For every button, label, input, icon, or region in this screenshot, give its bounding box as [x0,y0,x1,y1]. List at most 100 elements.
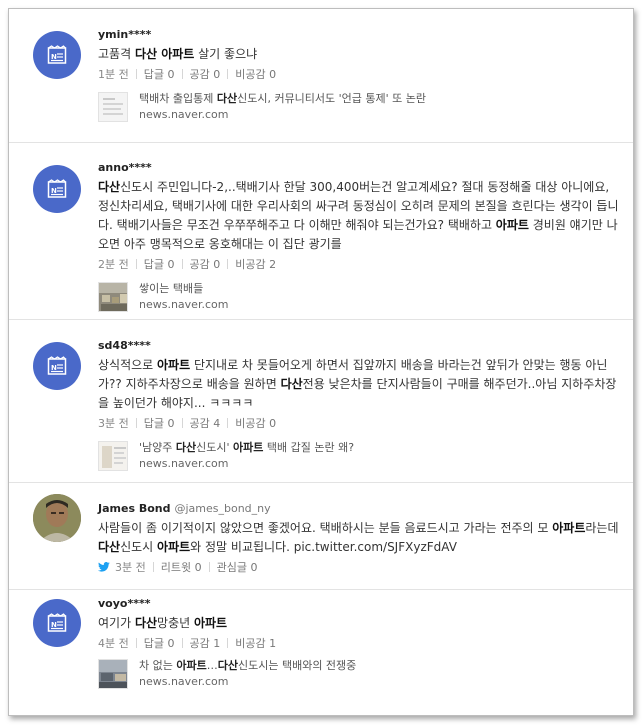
comment-meta: 1분 전 답글 0 공감 0 비공감 0 [98,66,621,84]
keyword-highlight: 다산 [98,540,121,554]
news-link-domain: news.naver.com [139,675,229,688]
keyword-highlight: 아파트 [552,521,586,535]
news-link-title[interactable]: '남양주 다산신도시' 아파트 택배 갑질 논란 왜? [139,439,354,456]
keyword-highlight: 아파트 [157,540,191,554]
text-segment: 신도시 [120,540,158,554]
reply-button[interactable]: 답글 0 [144,635,175,653]
timestamp: 1분 전 [98,68,129,81]
news-link-title[interactable]: 택배차 출입통제 다산신도시, 커뮤니티서도 '언급 통제' 또 논란 [139,90,426,107]
author-name[interactable]: voyo**** [98,595,621,613]
news-icon: N [47,356,67,375]
keyword-highlight: 다산 [98,180,121,194]
text-segment: 신도시' [196,441,234,454]
text-segment: 사람들이 좀 이기적이지 않았으면 좋겠어요. 택배하시는 분들 음료드시고 가… [98,521,553,535]
news-link-domain: news.naver.com [139,108,229,121]
text-segment: 상식적으로 [98,358,158,372]
timestamp: 3분 전 [98,417,129,430]
avatar[interactable] [33,494,81,542]
author-name[interactable]: sd48**** [98,337,621,355]
news-thumbnail [98,441,128,471]
comment-meta: 3분 전 답글 0 공감 4 비공감 0 [98,415,621,433]
comment-meta: 2분 전 답글 0 공감 0 비공감 2 [98,256,621,274]
text-segment: … [206,659,218,672]
text-segment: 와 정말 비교됩니다. pic.twitter.com/SJFXyzFdAV [190,540,457,554]
reply-button[interactable]: 답글 0 [144,256,175,274]
divider [9,319,633,320]
news-icon: N [47,179,67,198]
timestamp: 2분 전 [98,258,129,271]
news-thumbnail [98,659,128,689]
avatar[interactable]: N [33,342,81,390]
author-name[interactable]: ymin**** [98,26,621,44]
twitter-handle[interactable]: @james_bond_ny [174,502,270,515]
like-button[interactable]: 공감 0 [190,66,221,84]
text-segment: 여기가 [98,616,135,630]
favorite-button[interactable]: 관심글 0 [217,559,258,577]
text-segment: 라는데 [585,521,619,535]
keyword-highlight: 아파트 [495,218,529,232]
keyword-highlight: 아파트 [193,616,228,630]
reply-button[interactable]: 답글 0 [144,66,175,84]
text-segment: '남양주 [139,441,176,454]
divider [9,142,633,143]
svg-text:N: N [51,187,57,195]
text-segment: 택배 갑질 논란 왜? [263,441,355,454]
svg-text:N: N [51,621,57,629]
keyword-highlight: 아파트 [176,659,207,672]
avatar[interactable]: N [33,31,81,79]
reply-button[interactable]: 답글 0 [144,415,175,433]
comment-text: 상식적으로 아파트 단지내로 차 못들어오게 하면서 집앞까지 배송을 바라는건… [98,356,621,413]
comment-meta: 4분 전 답글 0 공감 1 비공감 1 [98,635,621,653]
text-segment: 택배차 출입통제 [139,92,217,105]
tweet-meta: 3분 전 리트윗 0 관심글 0 [98,559,621,577]
dislike-button[interactable]: 비공감 2 [235,256,276,274]
svg-text:N: N [51,53,57,61]
like-button[interactable]: 공감 1 [190,635,221,653]
text-segment: 살기 좋으냐 [194,47,258,61]
keyword-highlight: 다산 아파트 [134,47,195,61]
keyword-highlight: 아파트 [157,358,191,372]
dislike-button[interactable]: 비공감 0 [235,66,276,84]
news-thumbnail [98,282,128,312]
news-link[interactable]: 쌓이는 택배들 news.naver.com [98,280,621,314]
news-link-title[interactable]: 쌓이는 택배들 [139,280,203,297]
twitter-bird-icon [98,562,110,572]
news-link[interactable]: 차 없는 아파트…다산신도시는 택배와의 전쟁중 news.naver.com [98,657,621,691]
news-link[interactable]: '남양주 다산신도시' 아파트 택배 갑질 논란 왜? news.naver.c… [98,439,621,473]
retweet-button[interactable]: 리트윗 0 [161,559,202,577]
keyword-highlight: 다산 [134,616,158,630]
like-button[interactable]: 공감 4 [190,415,221,433]
avatar[interactable]: N [33,599,81,647]
avatar[interactable]: N [33,165,81,213]
divider [9,589,633,590]
timestamp: 4분 전 [98,637,129,650]
author-name[interactable]: anno**** [98,159,621,177]
comment-feed: N ymin**** 고품격 다산 아파트 살기 좋으냐 1분 전 답글 0 공감 … [8,8,634,716]
text-segment: 차 없는 [139,659,177,672]
news-link-domain: news.naver.com [139,298,229,311]
text-segment: 신도시, 커뮤니티서도 '언급 통제' 또 논란 [237,92,427,105]
keyword-highlight: 다산 [217,659,238,672]
comment-text: 고품격 다산 아파트 살기 좋으냐 [98,45,621,64]
divider [9,482,633,483]
news-link[interactable]: 택배차 출입통제 다산신도시, 커뮤니티서도 '언급 통제' 또 논란 news… [98,90,621,124]
author-name[interactable]: James Bond @james_bond_ny [98,500,621,518]
news-link-domain: news.naver.com [139,457,229,470]
tweet-text: 사람들이 좀 이기적이지 않았으면 좋겠어요. 택배하시는 분들 음료드시고 가… [98,519,621,557]
news-icon: N [47,45,67,64]
like-button[interactable]: 공감 0 [190,256,221,274]
dislike-button[interactable]: 비공감 0 [235,415,276,433]
keyword-highlight: 다산 [216,92,238,105]
comment-text: 다산신도시 주민입니다-2,..택배기사 한달 300,400버는건 알고계세요… [98,178,621,254]
svg-text:N: N [51,364,57,372]
text-segment: 망충년 [157,616,194,630]
text-segment: 신도시는 택배와의 전쟁중 [237,659,357,672]
keyword-highlight: 아파트 [233,441,264,454]
dislike-button[interactable]: 비공감 1 [235,635,276,653]
news-link-title[interactable]: 차 없는 아파트…다산신도시는 택배와의 전쟁중 [139,657,356,674]
news-thumbnail [98,92,128,122]
comment-text: 여기가 다산망충년 아파트 [98,614,621,633]
text-segment: 쌓이는 택배들 [139,282,204,295]
timestamp: 3분 전 [115,561,146,574]
display-name[interactable]: James Bond [98,502,170,515]
